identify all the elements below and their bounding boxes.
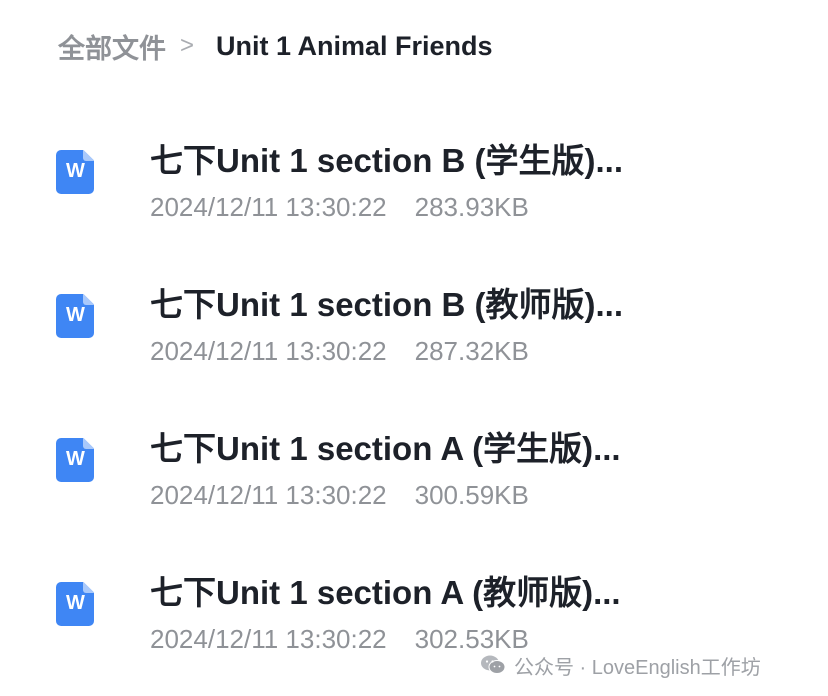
file-meta: 2024/12/11 13:30:22 287.32KB [150,336,529,367]
file-size: 300.59KB [414,480,529,510]
file-name: 七下Unit 1 section B (教师版)... [150,286,624,323]
word-doc-icon: W [56,150,94,194]
file-name: 七下Unit 1 section B (学生版)... [150,142,624,179]
breadcrumb-separator: > [180,32,195,59]
breadcrumb: 全部文件 > Unit 1 Animal Friends [58,28,493,64]
file-date: 2024/12/11 13:30:22 [150,192,387,222]
word-doc-icon: W [56,438,94,482]
file-size: 283.93KB [414,192,529,222]
file-date: 2024/12/11 13:30:22 [150,336,387,366]
file-meta: 2024/12/11 13:30:22 300.59KB [150,480,529,511]
file-date: 2024/12/11 13:30:22 [150,624,387,654]
file-date: 2024/12/11 13:30:22 [150,480,387,510]
file-row[interactable]: W 七下Unit 1 section B (教师版)... 2024/12/11… [0,274,828,384]
file-name: 七下Unit 1 section A (教师版)... [150,574,621,611]
breadcrumb-root-link[interactable]: 全部文件 [58,27,166,66]
file-row[interactable]: W 七下Unit 1 section A (学生版)... 2024/12/11… [0,418,828,528]
watermark: 公众号 · LoveEnglish工作坊 [480,650,761,680]
file-size: 287.32KB [414,336,529,366]
file-meta: 2024/12/11 13:30:22 302.53KB [150,624,529,655]
word-doc-icon: W [56,294,94,338]
watermark-text: 公众号 · LoveEnglish工作坊 [514,656,761,679]
word-doc-icon: W [56,582,94,626]
file-meta: 2024/12/11 13:30:22 283.93KB [150,192,529,223]
file-row[interactable]: W 七下Unit 1 section B (学生版)... 2024/12/11… [0,130,828,240]
wechat-icon [481,655,506,674]
breadcrumb-current-folder: Unit 1 Animal Friends [216,30,493,61]
file-name: 七下Unit 1 section A (学生版)... [150,430,621,467]
